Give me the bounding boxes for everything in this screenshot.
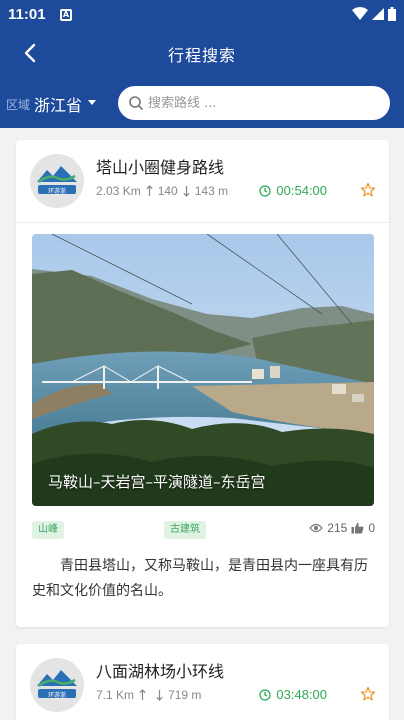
page-title: 行程搜索 <box>167 46 236 65</box>
route-title: 塔山小圈健身路线 <box>96 158 225 177</box>
duration-value: 03:48:00 <box>276 687 327 702</box>
route-stats: 7.1 Km 719 m <box>96 688 201 702</box>
route-distance: 2.03 Km <box>96 184 141 198</box>
route-stats: 2.03 Km 140 143 m <box>96 184 228 198</box>
route-card[interactable]: 环游浙 八面湖林场小环线 7.1 Km 719 m 03:48:00 <box>16 644 389 720</box>
region-selector[interactable]: 浙江省 <box>34 92 82 116</box>
favorite-star-icon[interactable] <box>360 182 376 198</box>
tag-label: 古建筑 <box>164 521 206 539</box>
notification-icon: A <box>60 9 72 21</box>
route-distance: 7.1 Km <box>96 688 135 702</box>
view-count: 215 <box>327 521 348 535</box>
route-description: 青田县塔山，又称马鞍山，是青田县内一座具有历史和文化价值的名山。 <box>32 558 368 599</box>
search-icon <box>129 96 143 110</box>
arrow-up-icon <box>139 689 146 700</box>
landscape-photo <box>32 234 374 506</box>
app-header: 行程搜索 <box>0 30 404 76</box>
route-duration: 00:54:00 <box>259 183 327 198</box>
mountain-logo-icon <box>37 670 77 687</box>
arrow-down-icon <box>183 186 190 197</box>
route-card[interactable]: 环游浙 塔山小圈健身路线 2.03 Km 140 143 m 00:54:00 <box>16 140 389 627</box>
logo-text: 环游浙 <box>47 692 66 699</box>
avatar: 环游浙 <box>30 154 84 208</box>
search-box[interactable] <box>118 86 390 120</box>
wifi-icon <box>352 7 368 20</box>
duration-value: 00:54:00 <box>276 183 327 198</box>
route-descent: 143 m <box>194 184 229 198</box>
route-list: 环游浙 塔山小圈健身路线 2.03 Km 140 143 m 00:54:00 <box>0 128 404 720</box>
status-time: 11:01 <box>8 6 46 23</box>
clock-icon <box>259 688 272 701</box>
tag-label: 山峰 <box>32 521 64 539</box>
battery-icon <box>388 7 396 21</box>
route-photo[interactable]: 马鞍山–天岩宫–平演隧道–东岳宫 <box>32 234 374 506</box>
thumbs-up-icon[interactable] <box>351 522 364 534</box>
arrow-down-icon <box>156 690 163 701</box>
search-input[interactable] <box>148 93 378 113</box>
arrow-up-icon <box>146 185 153 196</box>
route-duration: 03:48:00 <box>259 687 327 702</box>
eye-icon <box>309 523 324 533</box>
status-icons <box>352 7 396 21</box>
route-descent: 719 m <box>168 688 202 702</box>
region-label: 区域 <box>6 98 31 112</box>
mountain-logo-icon <box>37 166 77 183</box>
avatar: 环游浙 <box>30 658 84 712</box>
clock-icon <box>259 184 272 197</box>
logo-text: 环游浙 <box>47 188 66 195</box>
favorite-star-icon[interactable] <box>360 686 376 702</box>
card-divider <box>16 222 389 223</box>
engagement-counts: 215 0 <box>309 521 375 535</box>
route-title: 八面湖林场小环线 <box>96 662 225 681</box>
search-bar: 区域 浙江省 <box>0 76 404 128</box>
caret-down-icon[interactable] <box>88 100 96 105</box>
route-ascent: 140 <box>157 184 178 198</box>
photo-caption: 马鞍山–天岩宫–平演隧道–东岳宫 <box>48 473 266 491</box>
signal-icon <box>372 8 384 20</box>
like-count: 0 <box>368 521 375 535</box>
status-bar: 11:01 A <box>0 0 404 30</box>
